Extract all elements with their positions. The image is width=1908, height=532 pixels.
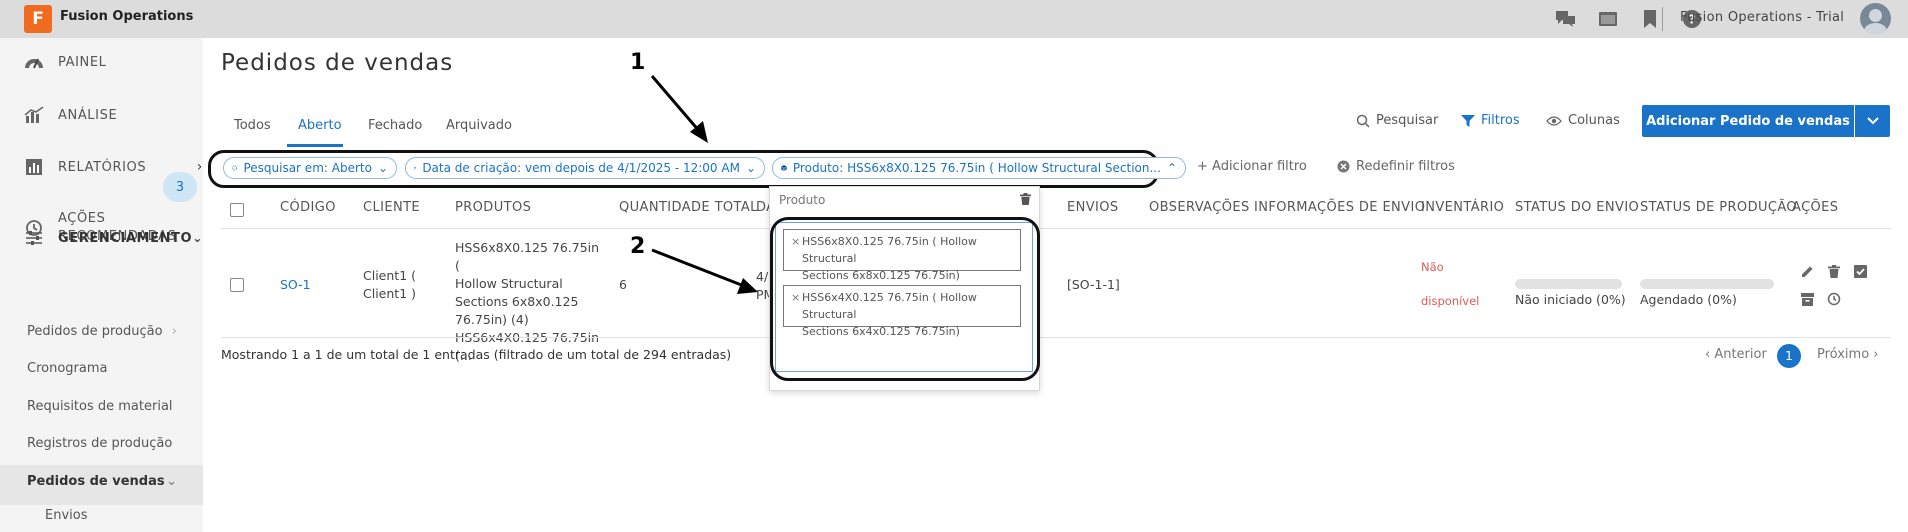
annotation-arrows xyxy=(650,75,758,294)
annotation-arrow-1 xyxy=(650,75,708,143)
annotation-arrow-2 xyxy=(651,248,758,294)
